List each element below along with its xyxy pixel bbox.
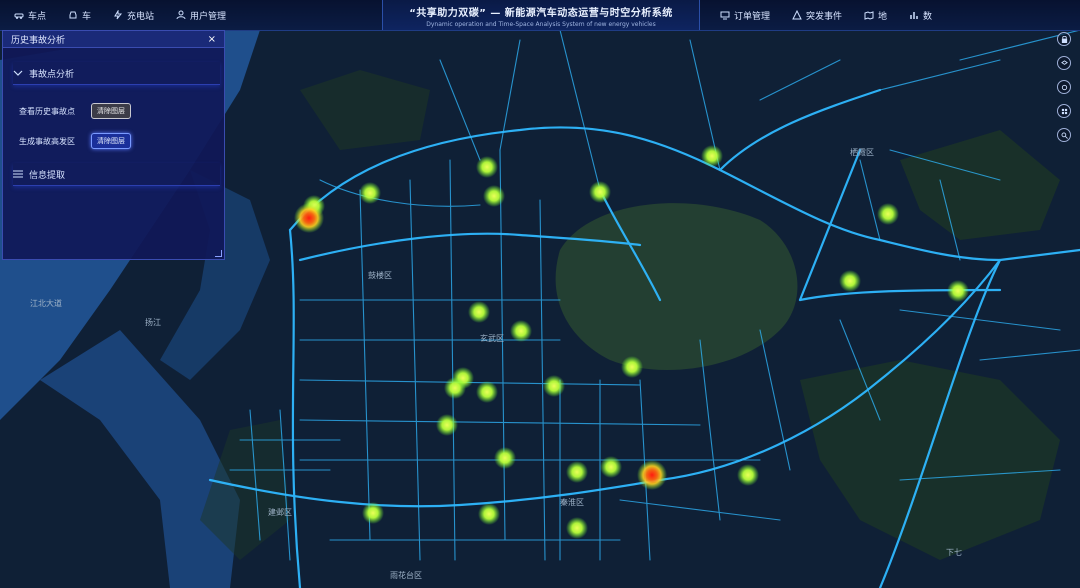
hotspot-green-20[interactable]	[737, 464, 759, 486]
map-label-qixia: 栖霞区	[850, 147, 874, 157]
nav-charging-stations-label: 充电站	[127, 11, 155, 22]
hotspot-green-21[interactable]	[362, 502, 384, 524]
hotspot-green-2[interactable]	[589, 181, 611, 203]
car-front-icon	[69, 11, 77, 19]
user-icon	[176, 10, 186, 20]
layers-icon	[1060, 59, 1068, 65]
hotspot-zones-label: 生成事故高发区	[19, 136, 75, 146]
nav-car-points[interactable]: 车点	[14, 9, 46, 22]
section-info-extract-label: 信息提取	[29, 170, 66, 181]
monitor-icon	[720, 11, 730, 20]
hotspot-green-16[interactable]	[436, 414, 458, 436]
hotspot-green-8[interactable]	[947, 280, 969, 302]
hotspot-green-17[interactable]	[494, 447, 516, 469]
nav-right: 订单管理 突发事件 地 数	[720, 0, 954, 30]
resize-handle[interactable]	[215, 250, 222, 257]
hotspot-red-0[interactable]	[294, 203, 324, 233]
hotspot-green-14[interactable]	[444, 377, 466, 399]
section-info-extract[interactable]: 信息提取	[13, 163, 220, 186]
system-title-en: Dynamic operation and Time-Space Analysi…	[426, 21, 656, 28]
nav-emergencies[interactable]: 突发事件	[792, 9, 842, 22]
map-label-jianye: 建邺区	[268, 507, 292, 517]
nav-user-management-label: 用户管理	[190, 11, 227, 22]
row-history-points: 查看历史事故点 清除图层	[19, 103, 224, 119]
close-icon[interactable]: ×	[208, 34, 216, 45]
section-accident-points-label: 事故点分析	[29, 69, 75, 80]
target-icon	[1061, 84, 1067, 90]
nav-data-label: 数	[923, 11, 933, 22]
search-tool[interactable]	[1057, 128, 1071, 142]
panel-header: 历史事故分析 ×	[3, 31, 224, 48]
hotspot-green-4[interactable]	[483, 185, 505, 207]
menu-icon	[13, 170, 23, 178]
nav-left: 车点 车 充电站 用户管理	[14, 0, 248, 30]
hotspot-green-19[interactable]	[600, 456, 622, 478]
car-icon	[14, 13, 24, 19]
history-points-label: 查看历史事故点	[19, 106, 75, 116]
nav-map-label: 地	[878, 11, 888, 22]
grid-icon	[1061, 108, 1067, 114]
accident-analysis-panel: 历史事故分析 × 事故点分析 查看历史事故点 清除图层 生成事故高发区 清除图层…	[2, 30, 225, 260]
hotspot-green-12[interactable]	[543, 375, 565, 397]
nav-vehicles[interactable]: 车	[68, 9, 91, 22]
hotspot-green-23[interactable]	[566, 517, 588, 539]
hotspot-red-1[interactable]	[637, 460, 667, 490]
map-label-gulou: 鼓楼区	[368, 270, 392, 280]
hotspot-green-1[interactable]	[701, 145, 723, 167]
nav-order-management[interactable]: 订单管理	[720, 9, 770, 22]
layers-tool[interactable]	[1057, 56, 1071, 70]
hotspot-green-6[interactable]	[877, 203, 899, 225]
search-icon	[1061, 132, 1068, 139]
hotspot-green-15[interactable]	[476, 381, 498, 403]
chart-icon	[910, 12, 918, 19]
grid-tool[interactable]	[1057, 104, 1071, 118]
lock-tool[interactable]	[1057, 32, 1071, 46]
map-label-yangjiang: 扬江	[145, 317, 161, 327]
map-label-yuhuatai: 雨花台区	[390, 570, 422, 580]
section-accident-points[interactable]: 事故点分析	[13, 62, 220, 85]
row-hotspot-zones: 生成事故高发区 清除图层	[19, 133, 224, 149]
nav-map[interactable]: 地	[864, 9, 887, 22]
map-toolbar	[1057, 32, 1071, 152]
map-label-jiangbei: 江北大道	[30, 298, 62, 308]
nav-vehicles-label: 车	[82, 11, 92, 22]
system-title-cn: “共享助力双碳” — 新能源汽车动态运营与时空分析系统	[409, 8, 673, 19]
nav-data[interactable]: 数	[909, 9, 932, 22]
lock-icon	[1061, 35, 1067, 43]
nav-order-management-label: 订单管理	[734, 11, 771, 22]
alert-icon	[792, 10, 802, 20]
map-icon	[864, 11, 874, 20]
hotspot-green-11[interactable]	[621, 356, 643, 378]
hotspot-green-9[interactable]	[468, 301, 490, 323]
panel-title: 历史事故分析	[11, 35, 66, 46]
chevron-down-icon	[13, 70, 23, 76]
hotspot-green-22[interactable]	[478, 503, 500, 525]
clear-layer-button-2[interactable]: 清除图层	[91, 133, 131, 149]
hotspot-green-3[interactable]	[359, 182, 381, 204]
clear-layer-button-1[interactable]: 清除图层	[91, 103, 131, 119]
nav-charging-stations[interactable]: 充电站	[113, 9, 154, 22]
nav-emergencies-label: 突发事件	[806, 11, 843, 22]
charging-icon	[114, 10, 123, 20]
hotspot-green-0[interactable]	[476, 156, 498, 178]
locate-tool[interactable]	[1057, 80, 1071, 94]
nav-car-points-label: 车点	[28, 11, 47, 22]
top-header: 车点 车 充电站 用户管理 “共享助力双碳” — 新能源汽车动态运营与时空分析系…	[0, 0, 1080, 31]
hotspot-green-10[interactable]	[510, 320, 532, 342]
nav-user-management[interactable]: 用户管理	[176, 9, 226, 22]
system-title: “共享助力双碳” — 新能源汽车动态运营与时空分析系统 Dynamic oper…	[382, 0, 700, 30]
hotspot-green-7[interactable]	[839, 270, 861, 292]
map-label-qinhuai: 秦淮区	[560, 497, 584, 507]
map-label-xuanwu: 玄武区	[480, 333, 504, 343]
map-label-xiaqi: 下七	[946, 548, 962, 557]
hotspot-green-18[interactable]	[566, 461, 588, 483]
